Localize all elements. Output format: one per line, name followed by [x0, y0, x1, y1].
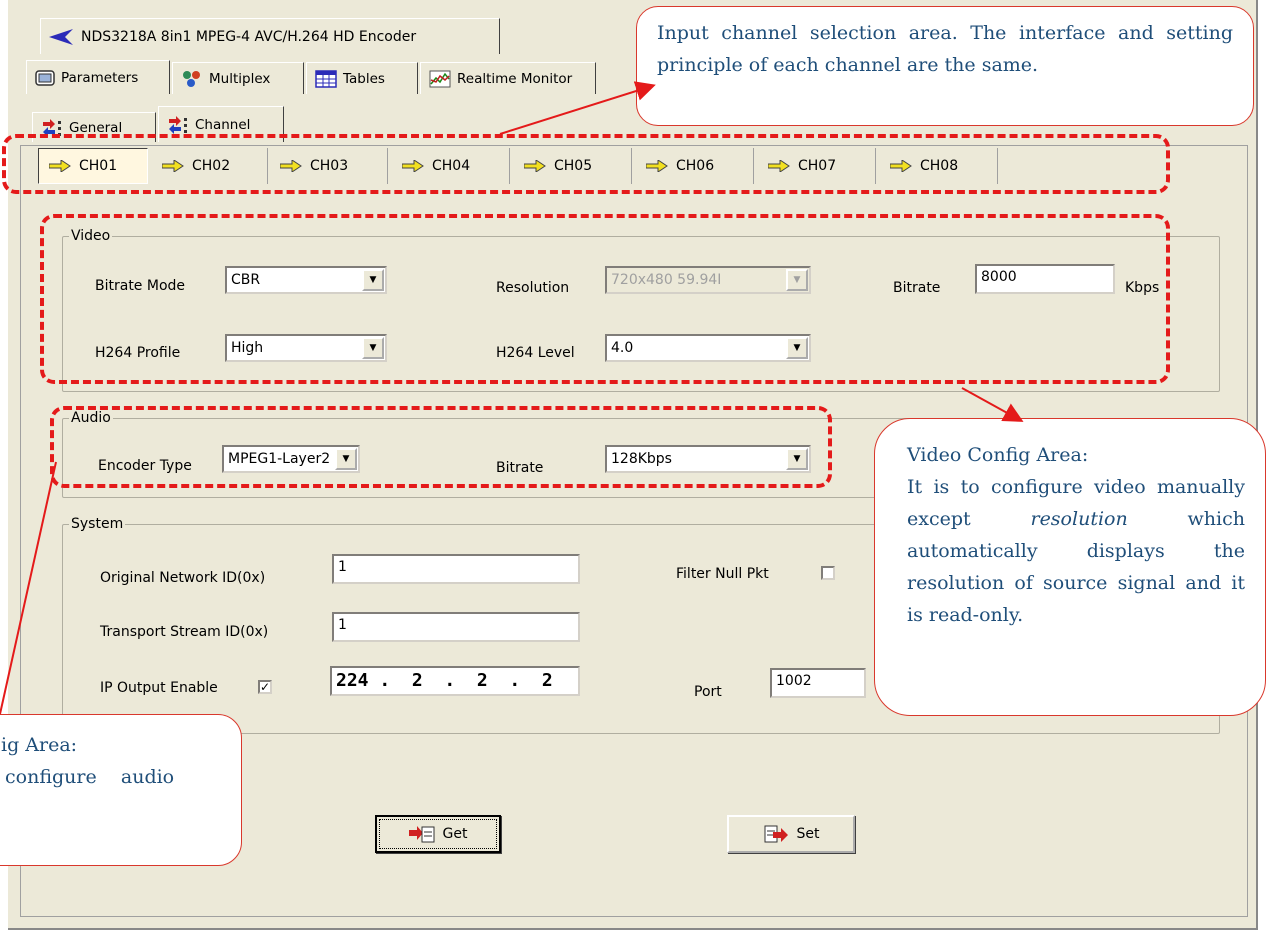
audio-config-callout-body: configure audio — [5, 766, 175, 788]
system-legend: System — [71, 516, 124, 532]
channel-area-callout: Input channel selection area. The interf… — [636, 6, 1254, 126]
port-label: Port — [694, 684, 722, 700]
tab-tables[interactable]: Tables — [306, 62, 418, 94]
filter-null-pkt-label: Filter Null Pkt — [676, 566, 769, 582]
get-icon — [408, 826, 435, 843]
multiplex-icon — [183, 70, 200, 87]
tab-parameters-label: Parameters — [61, 69, 139, 86]
filter-null-pkt-checkbox[interactable] — [821, 566, 835, 580]
video-config-callout-title: Video Config Area: — [907, 444, 1089, 466]
window-title-tab[interactable]: NDS3218A 8in1 MPEG-4 AVC/H.264 HD Encode… — [40, 18, 500, 54]
tab-parameters[interactable]: Parameters — [26, 60, 170, 94]
port-input[interactable]: 1002 — [770, 668, 866, 698]
tab-tables-label: Tables — [343, 70, 385, 87]
checkmark-icon: ✓ — [260, 680, 271, 694]
video-config-callout-body: It is to configure video manually except… — [907, 476, 1245, 626]
set-button[interactable]: Set — [727, 815, 855, 853]
parameters-icon — [35, 69, 55, 86]
video-area-highlight — [40, 214, 1170, 384]
window-title: NDS3218A 8in1 MPEG-4 AVC/H.264 HD Encode… — [81, 28, 417, 45]
monitor-chart-icon — [429, 70, 451, 87]
tab-realtime-monitor[interactable]: Realtime Monitor — [420, 62, 596, 94]
tab-channel-label: Channel — [195, 116, 251, 133]
tab-multiplex[interactable]: Multiplex — [172, 62, 304, 94]
transport-stream-id-label: Transport Stream ID(0x) — [100, 624, 269, 640]
audio-config-callout-title: ig Area: — [1, 734, 78, 756]
video-config-callout: Video Config Area: It is to configure vi… — [874, 418, 1266, 716]
get-button[interactable]: Get — [375, 815, 501, 853]
original-network-id-label: Original Network ID(0x) — [100, 570, 266, 586]
table-icon — [315, 69, 337, 88]
audio-area-highlight — [50, 406, 832, 488]
original-network-id-input[interactable]: 1 — [332, 554, 580, 584]
back-arrow-icon — [49, 28, 73, 45]
audio-config-callout: ig Area: configure audio — [0, 714, 242, 866]
set-icon — [764, 825, 788, 843]
channel-area-highlight — [2, 134, 1170, 194]
ip-output-enable-checkbox[interactable]: ✓ — [258, 680, 272, 694]
channel-settings-icon — [169, 115, 187, 134]
transport-stream-id-input[interactable]: 1 — [332, 612, 580, 642]
tab-multiplex-label: Multiplex — [209, 70, 271, 87]
channel-area-callout-text: Input channel selection area. The interf… — [657, 22, 1233, 76]
ip-output-enable-label: IP Output Enable — [100, 680, 218, 696]
tab-realtime-monitor-label: Realtime Monitor — [457, 70, 573, 87]
get-button-label: Get — [442, 826, 468, 842]
ip-address-input[interactable]: 224 . 2 . 2 . 2 — [330, 666, 580, 696]
set-button-label: Set — [796, 826, 820, 842]
